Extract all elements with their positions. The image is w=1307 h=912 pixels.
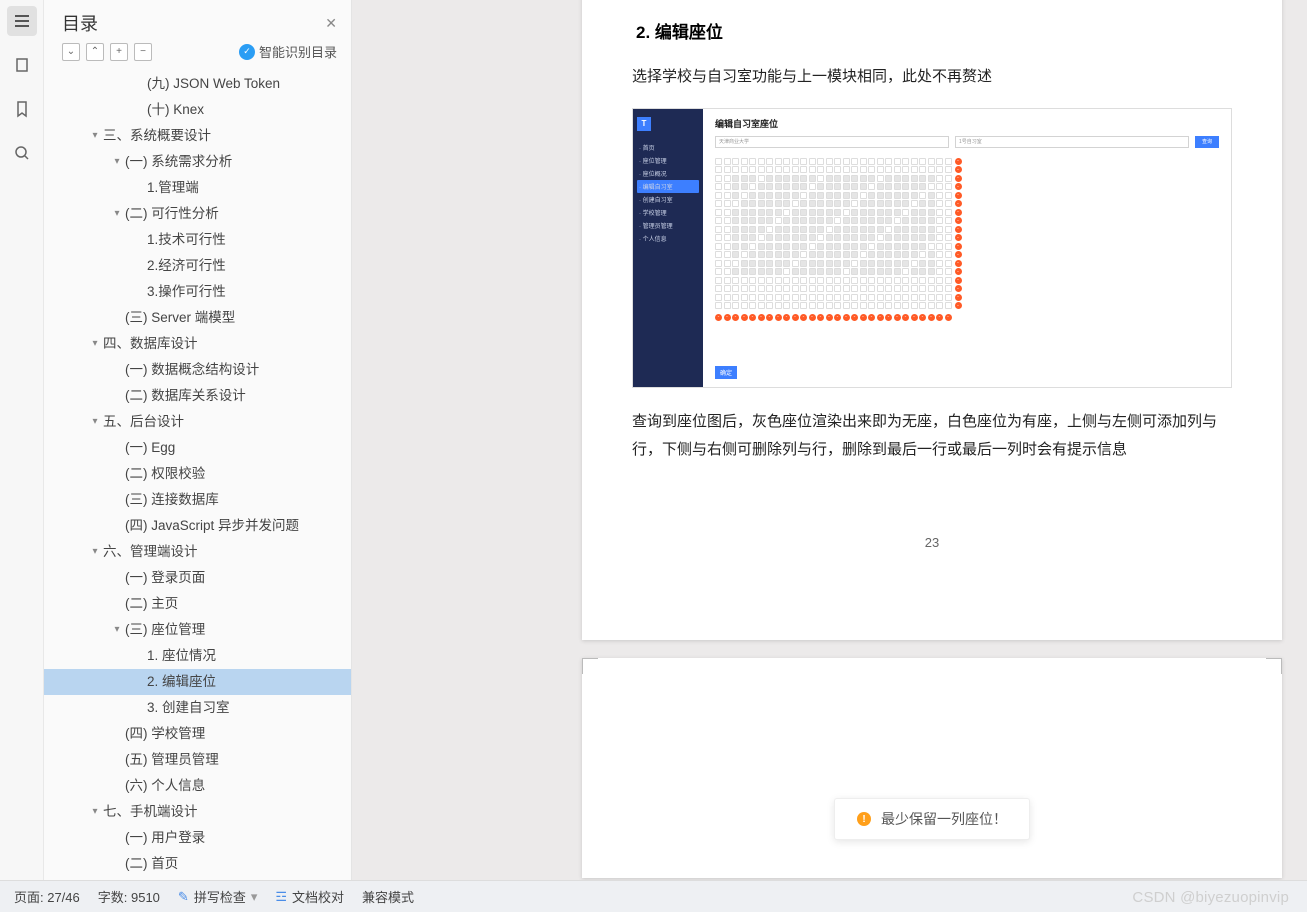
toc-item[interactable]: ▸3. 创建自习室 (44, 695, 351, 721)
close-icon[interactable]: ✕ (325, 15, 337, 32)
toc-item[interactable]: ▸(二) 数据库关系设计 (44, 383, 351, 409)
paragraph: 选择学校与自习室功能与上一模块相同，此处不再赘述 (632, 63, 1222, 92)
toc-item[interactable]: ▾六、管理端设计 (44, 539, 351, 565)
outline-icon[interactable] (7, 6, 37, 36)
toc-item[interactable]: ▸3.操作可行性 (44, 279, 351, 305)
shot-confirm-button: 确定 (715, 366, 737, 379)
toc-item[interactable]: ▸(三) 连接数据库 (44, 487, 351, 513)
warning-icon: ! (857, 812, 871, 826)
toc-item[interactable]: ▸(二) 主页 (44, 591, 351, 617)
shot-nav-item: · 创建自习室 (637, 193, 699, 206)
toc-item[interactable]: ▸(四) JavaScript 异步并发问题 (44, 513, 351, 539)
shot-filter-room: 1号自习室 (955, 136, 1189, 148)
status-bar: 页面: 27/46 字数: 9510 ✎拼写检查▾ ☲文档校对 兼容模式 (0, 880, 1307, 912)
toc-list[interactable]: ▸(九) JSON Web Token▸(十) Knex▾三、系统概要设计▾(一… (44, 67, 351, 880)
add-level-icon[interactable]: + (110, 43, 128, 61)
toc-item[interactable]: ▾三、系统概要设计 (44, 123, 351, 149)
shot-nav-item: · 学校管理 (637, 206, 699, 219)
toc-item[interactable]: ▸(三) Server 端模型 (44, 305, 351, 331)
shot-filter-school: 天津商业大学 (715, 136, 949, 148)
shot-nav-item: · 座位概况 (637, 167, 699, 180)
shot-nav-item: · 编辑自习室 (637, 180, 699, 193)
shot-nav-item: · 管理员管理 (637, 219, 699, 232)
toc-item[interactable]: ▸(十) Knex (44, 97, 351, 123)
toc-panel: 目录 ✕ ⌄ ⌃ + − ✓ 智能识别目录 ▸(九) JSON Web Toke… (44, 0, 352, 880)
shot-query-button: 查询 (1195, 136, 1219, 148)
shot-nav-item: · 座位管理 (637, 154, 699, 167)
shot-sidebar: T · 首页· 座位管理· 座位概况· 编辑自习室· 创建自习室· 学校管理· … (633, 109, 703, 387)
toast-text: 最少保留一列座位！ (881, 809, 1007, 829)
paragraph: 查询到座位图后，灰色座位渲染出来即为无座，白色座位为有座，上侧与左侧可添加列与行… (632, 408, 1222, 465)
status-proofread[interactable]: ☲文档校对 (275, 887, 344, 906)
document-area[interactable]: 2. 编辑座位 选择学校与自习室功能与上一模块相同，此处不再赘述 T · 首页·… (352, 0, 1307, 880)
expand-all-icon[interactable]: ⌄ (62, 43, 80, 61)
toc-item[interactable]: ▸(五) 管理员管理 (44, 747, 351, 773)
toc-item[interactable]: ▸2. 编辑座位 (44, 669, 351, 695)
document-page-next: ! 最少保留一列座位！ (582, 658, 1282, 878)
shot-seat-grid: ----------------------------------------… (715, 158, 1219, 321)
status-word-count[interactable]: 字数: 9510 (98, 887, 160, 906)
smart-detect-label: 智能识别目录 (259, 42, 337, 61)
page-icon[interactable] (7, 50, 37, 80)
shot-logo: T (637, 117, 651, 131)
bookmark-icon[interactable] (7, 94, 37, 124)
toc-item[interactable]: ▾(三) 座位管理 (44, 617, 351, 643)
toc-item[interactable]: ▸(一) 数据概念结构设计 (44, 357, 351, 383)
toc-item[interactable]: ▸(六) 个人信息 (44, 773, 351, 799)
toc-item[interactable]: ▾七、手机端设计 (44, 799, 351, 825)
shot-nav-item: · 首页 (637, 141, 699, 154)
toc-item[interactable]: ▾(二) 可行性分析 (44, 201, 351, 227)
toc-item[interactable]: ▸1.技术可行性 (44, 227, 351, 253)
toc-item[interactable]: ▾(一) 系统需求分析 (44, 149, 351, 175)
search-icon[interactable] (7, 138, 37, 168)
toc-item[interactable]: ▸(二) 首页 (44, 851, 351, 877)
page-number: 23 (582, 535, 1282, 550)
collapse-all-icon[interactable]: ⌃ (86, 43, 104, 61)
toc-item[interactable]: ▸1. 座位情况 (44, 643, 351, 669)
status-page[interactable]: 页面: 27/46 (14, 887, 80, 906)
toc-item[interactable]: ▸(一) 登录页面 (44, 565, 351, 591)
document-page: 2. 编辑座位 选择学校与自习室功能与上一模块相同，此处不再赘述 T · 首页·… (582, 0, 1282, 640)
shot-title: 编辑自习室座位 (715, 117, 1219, 130)
toc-item[interactable]: ▾四、数据库设计 (44, 331, 351, 357)
smart-detect-button[interactable]: ✓ 智能识别目录 (239, 42, 337, 61)
status-spellcheck[interactable]: ✎拼写检查▾ (178, 887, 257, 906)
toc-item[interactable]: ▸(一) 用户登录 (44, 825, 351, 851)
toast-message: ! 最少保留一列座位！ (834, 798, 1030, 840)
embedded-screenshot: T · 首页· 座位管理· 座位概况· 编辑自习室· 创建自习室· 学校管理· … (632, 108, 1232, 388)
toc-title: 目录 (62, 10, 325, 36)
toc-item[interactable]: ▸(一) Egg (44, 435, 351, 461)
toc-item[interactable]: ▸(九) JSON Web Token (44, 71, 351, 97)
shot-main: 编辑自习室座位 天津商业大学 1号自习室 查询 ----------------… (703, 109, 1231, 387)
toc-item[interactable]: ▸2.经济可行性 (44, 253, 351, 279)
toc-item[interactable]: ▸(四) 学校管理 (44, 721, 351, 747)
left-tool-rail (0, 0, 44, 880)
status-compat-mode[interactable]: 兼容模式 (362, 887, 414, 906)
remove-level-icon[interactable]: − (134, 43, 152, 61)
smart-badge-icon: ✓ (239, 44, 255, 60)
shot-nav-item: · 个人信息 (637, 232, 699, 245)
section-heading: 2. 编辑座位 (636, 18, 1222, 43)
toc-item[interactable]: ▸1.管理端 (44, 175, 351, 201)
toc-item[interactable]: ▸(二) 权限校验 (44, 461, 351, 487)
toc-item[interactable]: ▾五、后台设计 (44, 409, 351, 435)
